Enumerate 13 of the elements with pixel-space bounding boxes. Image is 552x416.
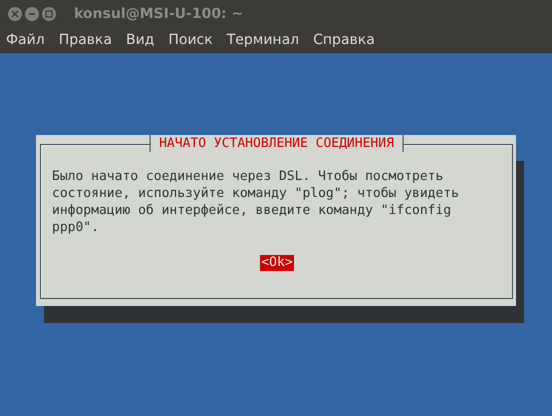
maximize-icon[interactable] [42,7,56,21]
menu-item[interactable]: Файл [6,32,45,48]
window-title: konsul@MSI-U-100: ~ [74,6,244,22]
close-icon[interactable] [8,7,22,21]
menu-item[interactable]: Вид [126,32,154,48]
dialog-message: Было начато соединение через DSL. Чтобы посмотреть состояние, используйте команду "plog"; чтобы увидеть информацию об интерфейсе, введите команду "ifconfig ppp0". [52,168,460,236]
menu-item[interactable]: Терминал [226,32,300,48]
ok-button[interactable]: <Ok> [260,255,294,271]
menu-item[interactable]: Поиск [168,32,213,48]
minimize-icon[interactable] [25,7,39,21]
dialog-title: НАЧАТО УСТАНОВЛЕНИЕ СОЕДИНЕНИЯ [149,135,404,152]
menu-item[interactable]: Правка [58,32,112,48]
menu-item[interactable]: Справка [313,32,375,48]
